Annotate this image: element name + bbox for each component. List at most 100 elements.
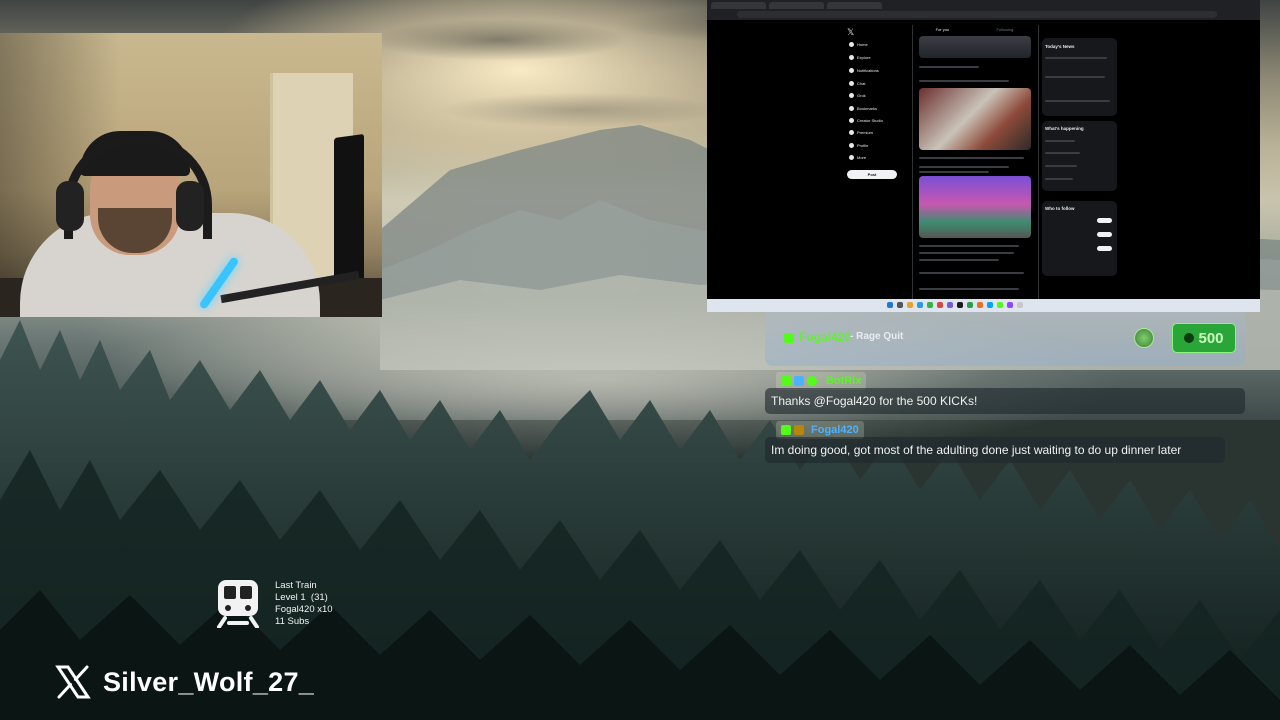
taskbar-app-icon[interactable] bbox=[957, 302, 963, 308]
trend-line[interactable] bbox=[1045, 140, 1075, 142]
x-nav-label: Explore bbox=[857, 55, 871, 60]
x-logo-icon bbox=[55, 665, 91, 699]
start-icon[interactable] bbox=[887, 302, 893, 308]
x-nav-item[interactable]: Bookmarks bbox=[849, 106, 877, 111]
x-feed-tabs: For you Following bbox=[912, 27, 1037, 32]
post-media[interactable] bbox=[919, 36, 1031, 58]
handle-name: Silver_Wolf_27_ bbox=[103, 666, 315, 697]
kicks-amount-badge: 500 bbox=[1172, 323, 1236, 353]
x-trending-panel bbox=[1042, 121, 1117, 191]
browser-tab[interactable] bbox=[769, 2, 824, 9]
trend-line[interactable] bbox=[1045, 165, 1077, 167]
last-train-subs: 11 Subs bbox=[275, 616, 310, 627]
x-nav-item[interactable]: Explore bbox=[849, 55, 871, 60]
kick-icon bbox=[1184, 333, 1195, 343]
bookmark-icon bbox=[849, 106, 854, 111]
x-nav-label: Chat bbox=[857, 81, 866, 86]
news-line[interactable] bbox=[1045, 57, 1107, 59]
trend-line[interactable] bbox=[1045, 152, 1080, 154]
taskbar-app-icon[interactable] bbox=[967, 302, 973, 308]
windows-taskbar bbox=[707, 299, 1260, 312]
x-nav-item[interactable]: Home bbox=[849, 42, 868, 47]
kick-logo-icon bbox=[784, 333, 794, 343]
verified-badge-icon bbox=[807, 376, 817, 386]
bot-badge-icon bbox=[794, 376, 804, 386]
taskbar-app-icon[interactable] bbox=[987, 302, 993, 308]
trend-line[interactable] bbox=[1045, 178, 1073, 180]
browser-tab[interactable] bbox=[827, 2, 882, 9]
x-nav-label: Home bbox=[857, 42, 868, 47]
taskbar-app-icon[interactable] bbox=[1007, 302, 1013, 308]
browser-address-bar[interactable] bbox=[737, 11, 1217, 18]
x-nav-item[interactable]: Premium bbox=[849, 130, 873, 135]
explore-icon bbox=[849, 55, 854, 60]
headset-earcup-right bbox=[176, 181, 204, 231]
post-media[interactable] bbox=[919, 88, 1031, 150]
x-nav-label: Grok bbox=[857, 93, 866, 98]
x-nav-item[interactable]: More bbox=[849, 155, 866, 160]
taskbar-app-icon[interactable] bbox=[917, 302, 923, 308]
last-train-level: Level 1 (31) bbox=[275, 592, 328, 603]
taskbar-app-icon[interactable] bbox=[947, 302, 953, 308]
last-train-title: Last Train bbox=[275, 580, 317, 591]
bell-icon bbox=[849, 68, 854, 73]
post-author-line bbox=[919, 80, 1009, 82]
train-icon bbox=[217, 580, 259, 628]
x-nav-item[interactable]: Grok bbox=[849, 93, 866, 98]
chat-message: Im doing good, got most of the adulting … bbox=[765, 437, 1225, 463]
taskbar-app-icon[interactable] bbox=[997, 302, 1003, 308]
home-icon bbox=[849, 42, 854, 47]
chat-message: Thanks @Fogal420 for the 500 KICKs! bbox=[765, 388, 1245, 414]
alert-label: - Rage Quit bbox=[850, 331, 904, 342]
x-nav-item[interactable]: Notifications bbox=[849, 68, 879, 73]
premium-icon bbox=[849, 130, 854, 135]
post-author-line bbox=[919, 166, 1009, 168]
who-to-follow-title: Who to follow bbox=[1045, 206, 1075, 211]
browser-tab[interactable] bbox=[711, 2, 766, 9]
post-media[interactable] bbox=[919, 176, 1031, 238]
x-nav-label: Bookmarks bbox=[857, 106, 878, 111]
news-line[interactable] bbox=[1045, 76, 1105, 78]
more-icon bbox=[849, 155, 854, 160]
x-nav-item[interactable]: Profile bbox=[849, 143, 868, 148]
post-meta-line bbox=[919, 66, 979, 68]
post-text-line bbox=[919, 288, 1019, 290]
kick-coin-icon bbox=[1134, 328, 1154, 348]
news-line[interactable] bbox=[1045, 100, 1110, 102]
follow-button[interactable] bbox=[1097, 232, 1112, 237]
chat-message-text: Im doing good, got most of the adulting … bbox=[771, 443, 1182, 457]
chat-message-text: Thanks @Fogal420 for the 500 KICKs! bbox=[771, 394, 978, 408]
taskbar-app-icon[interactable] bbox=[977, 302, 983, 308]
x-logo-icon[interactable]: 𝕏 bbox=[847, 27, 854, 38]
webcam-feed bbox=[0, 33, 382, 317]
taskbar-app-icon[interactable] bbox=[897, 302, 903, 308]
taskbar-app-icon[interactable] bbox=[937, 302, 943, 308]
trending-title: What's happening bbox=[1045, 126, 1084, 131]
news-title: Today's News bbox=[1045, 44, 1075, 49]
x-nav-item[interactable]: Creator Studio bbox=[849, 118, 883, 123]
post-text-line bbox=[919, 245, 1019, 247]
tab-following[interactable]: Following bbox=[996, 27, 1013, 32]
alert-username: Fogal420 bbox=[799, 330, 852, 344]
x-nav-label: More bbox=[857, 155, 867, 160]
taskbar-app-icon[interactable] bbox=[907, 302, 913, 308]
last-train-top: Fogal420 x10 bbox=[275, 604, 333, 615]
headset-earcup-left bbox=[56, 181, 84, 231]
post-text-line bbox=[919, 259, 999, 261]
social-handle: Silver_Wolf_27_ bbox=[55, 664, 314, 700]
follow-button[interactable] bbox=[1097, 246, 1112, 251]
post-text-line bbox=[919, 171, 989, 173]
kick-badge-icon bbox=[781, 425, 791, 435]
post-actions-line bbox=[919, 272, 1024, 274]
x-nav-item[interactable]: Chat bbox=[849, 81, 865, 86]
taskbar-app-icon[interactable] bbox=[927, 302, 933, 308]
tab-for-you[interactable]: For you bbox=[936, 27, 950, 32]
chat-username: BotRix bbox=[826, 375, 862, 387]
x-post-button[interactable]: Post bbox=[847, 170, 897, 179]
shield-badge-icon bbox=[794, 425, 804, 435]
x-who-to-follow-panel bbox=[1042, 201, 1117, 276]
chat-icon bbox=[849, 81, 854, 86]
taskbar-app-icon[interactable] bbox=[1017, 302, 1023, 308]
screen-share: 𝕏 Home Explore Notifications Chat Grok B… bbox=[707, 0, 1260, 312]
follow-button[interactable] bbox=[1097, 218, 1112, 223]
